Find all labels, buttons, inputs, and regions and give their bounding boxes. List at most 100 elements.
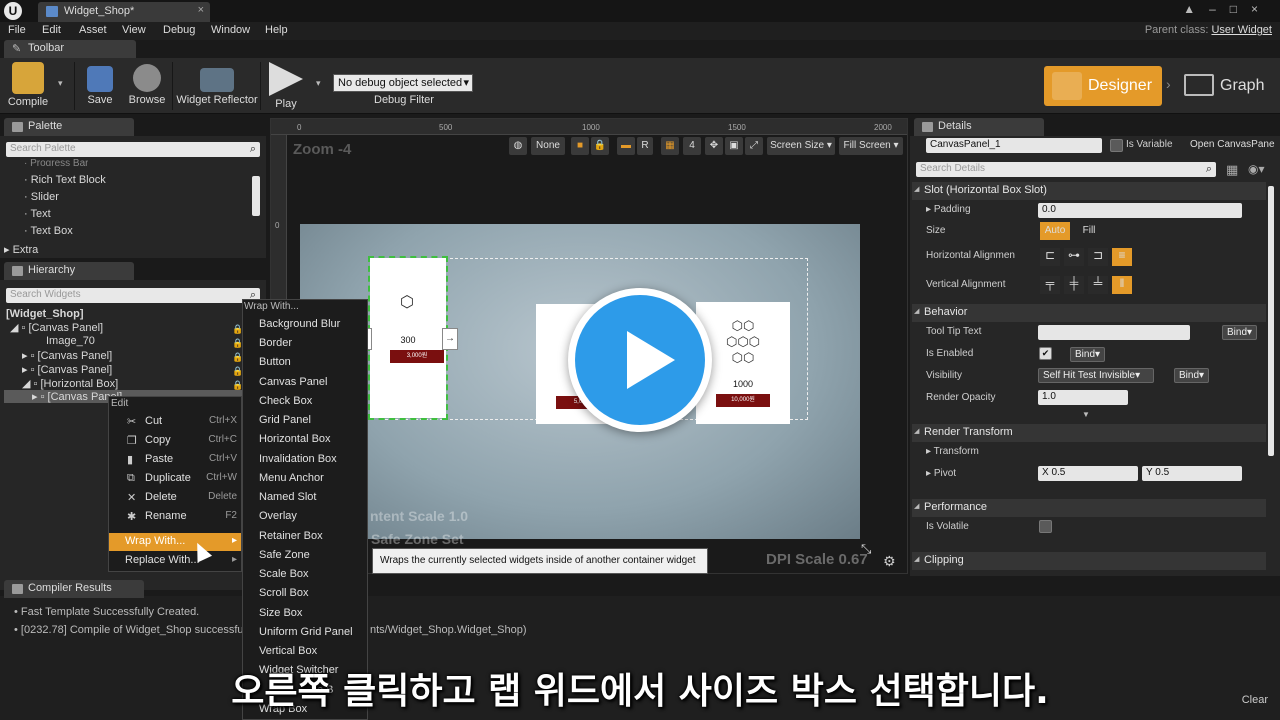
compiler-results-tab[interactable]: Compiler Results [4, 580, 144, 598]
clipping-section-header[interactable]: Clipping [912, 552, 1266, 570]
wrap-item-safe-zone[interactable]: Safe Zone [243, 547, 367, 565]
wrap-item-menu-anchor[interactable]: Menu Anchor [243, 470, 367, 488]
lock-icon[interactable]: 🔒 [591, 137, 609, 155]
video-play-button[interactable] [568, 288, 712, 432]
hierarchy-tab[interactable]: Hierarchy [4, 262, 134, 280]
toolbar-tab[interactable]: ✎ Toolbar [4, 40, 136, 58]
is-enabled-checkbox[interactable]: ✔ [1039, 347, 1052, 360]
globe-icon[interactable]: ◍ [509, 137, 527, 155]
bind-button[interactable]: Bind▾ [1174, 368, 1210, 383]
widget-reflector-button[interactable]: Widget Reflector [176, 62, 258, 112]
performance-section-header[interactable]: Performance [912, 499, 1266, 517]
graph-mode-button[interactable]: Graph [1180, 66, 1270, 106]
menu-file[interactable]: File [8, 24, 26, 36]
menu-item-duplicate[interactable]: ⧉ Duplicate Ctrl+W [109, 470, 241, 488]
image-icon[interactable]: ▣ [725, 137, 743, 155]
render-transform-section-header[interactable]: Render Transform [912, 424, 1266, 442]
grid-icon[interactable]: ▦ [661, 137, 679, 155]
palette-item[interactable]: · Text Box [24, 225, 73, 237]
size-fill-button[interactable]: Fill [1074, 222, 1104, 240]
align-top-icon[interactable]: ╤ [1040, 276, 1060, 294]
tree-row[interactable]: ◢ ▫ [Horizontal Box] [22, 377, 118, 390]
wrap-item-canvas-panel[interactable]: Canvas Panel [243, 374, 367, 392]
is-variable-checkbox[interactable] [1110, 139, 1123, 152]
widget-name-field[interactable]: CanvasPanel_1 [926, 138, 1102, 153]
compile-options-icon[interactable]: ▾ [58, 78, 63, 89]
r-toggle[interactable]: R [637, 137, 653, 155]
is-volatile-checkbox[interactable] [1039, 520, 1052, 533]
palette-item[interactable]: · Rich Text Block [24, 174, 106, 186]
bind-button[interactable]: Bind▾ [1222, 325, 1258, 340]
wrap-item-named-slot[interactable]: Named Slot [243, 489, 367, 507]
wrap-item-check-box[interactable]: Check Box [243, 393, 367, 411]
menu-item-cut[interactable]: ✂ Cut Ctrl+X [109, 413, 241, 431]
menu-help[interactable]: Help [265, 24, 288, 36]
details-scrollbar[interactable] [1268, 186, 1274, 456]
render-opacity-field[interactable]: 1.0 [1038, 390, 1128, 405]
grid-view-icon[interactable]: ▦ [1226, 162, 1238, 178]
behavior-section-header[interactable]: Behavior [912, 304, 1266, 322]
menu-item-replace-with[interactable]: Replace With... ▸ [109, 552, 241, 570]
wrap-item-grid-panel[interactable]: Grid Panel [243, 412, 367, 430]
menu-item-delete[interactable]: ✕ Delete Delete [109, 489, 241, 507]
align-fill-icon[interactable]: ≡ [1112, 248, 1132, 266]
browse-button[interactable]: Browse [124, 62, 170, 112]
folder-icon[interactable]: ▬ [617, 137, 635, 155]
tree-row[interactable]: ▸ ▫ [Canvas Panel] [22, 363, 112, 376]
align-center-icon[interactable]: ⊶ [1064, 248, 1084, 266]
wrap-item-horizontal-box[interactable]: Horizontal Box [243, 431, 367, 449]
pivot-x-field[interactable]: X 0.5 [1038, 466, 1138, 481]
wrap-item-uniform-grid-panel[interactable]: Uniform Grid Panel [243, 624, 367, 642]
size-auto-button[interactable]: Auto [1040, 222, 1070, 240]
pivot-y-field[interactable]: Y 0.5 [1142, 466, 1242, 481]
wrap-item-retainer-box[interactable]: Retainer Box [243, 528, 367, 546]
menu-item-paste[interactable]: ▮ Paste Ctrl+V [109, 451, 241, 469]
wrap-item-size-box[interactable]: Size Box [243, 605, 367, 623]
palette-category[interactable]: ▸ Extra [4, 243, 38, 256]
document-tab[interactable]: Widget_Shop* × [38, 2, 210, 22]
menu-item-wrap-with[interactable]: Wrap With... ▸ [109, 533, 241, 551]
palette-scrollbar[interactable] [252, 176, 260, 216]
palette-tab[interactable]: Palette [4, 118, 134, 136]
wrap-item-background-blur[interactable]: Background Blur [243, 316, 367, 334]
open-canvaspanel-link[interactable]: Open CanvasPane [1190, 139, 1280, 150]
gear-icon[interactable]: ⚙ [883, 553, 896, 570]
wrap-item-invalidation-box[interactable]: Invalidation Box [243, 451, 367, 469]
details-search-input[interactable]: Search Details ⌕ [916, 162, 1216, 177]
tooltip-text-field[interactable] [1038, 325, 1190, 340]
palette-search-input[interactable]: Search Palette ⌕ [6, 142, 260, 157]
menu-debug[interactable]: Debug [163, 24, 195, 36]
compile-button[interactable]: Compile [6, 62, 50, 112]
menu-item-copy[interactable]: ❐ Copy Ctrl+C [109, 432, 241, 450]
details-tab[interactable]: Details [914, 118, 1044, 136]
fill-screen-select[interactable]: Fill Screen ▾ [839, 137, 903, 155]
tree-row[interactable]: ◢ ▫ [Canvas Panel] [10, 321, 103, 334]
designer-mode-button[interactable]: Designer [1044, 66, 1162, 106]
slot-section-header[interactable]: Slot (Horizontal Box Slot) [912, 182, 1266, 200]
tree-row[interactable]: Image_70 [46, 335, 95, 347]
menu-window[interactable]: Window [211, 24, 250, 36]
grid-size[interactable]: 4 [683, 137, 701, 155]
screen-size-select[interactable]: Screen Size ▾ [767, 137, 835, 155]
hierarchy-search-input[interactable]: Search Widgets ⌕ [6, 288, 260, 303]
palette-item[interactable]: · Slider [24, 191, 59, 203]
tree-row[interactable]: ▸ ▫ [Canvas Panel] [22, 349, 112, 362]
align-right-icon[interactable]: ⊐ [1088, 248, 1108, 266]
menu-edit[interactable]: Edit [42, 24, 61, 36]
parent-class-link[interactable]: User Widget [1211, 24, 1272, 36]
align-bottom-icon[interactable]: ╧ [1088, 276, 1108, 294]
expand-advanced-icon[interactable]: ▼ [1082, 410, 1090, 419]
align-vfill-icon[interactable]: ‖ [1112, 276, 1132, 294]
play-options-icon[interactable]: ▾ [316, 78, 321, 89]
eye-icon[interactable]: ◉▾ [1248, 162, 1265, 176]
snap-icon[interactable]: ■ [571, 137, 589, 155]
shop-card-selected[interactable]: ⬡ 300 3,000원 [368, 256, 448, 420]
wrap-item-overlay[interactable]: Overlay [243, 508, 367, 526]
align-vcenter-icon[interactable]: ╪ [1064, 276, 1084, 294]
scale-icon[interactable]: ⤢ [745, 137, 763, 155]
menu-asset[interactable]: Asset [79, 24, 107, 36]
move-icon[interactable]: ✥ [705, 137, 723, 155]
menu-item-rename[interactable]: ✱ Rename F2 [109, 508, 241, 526]
window-controls[interactable]: ▲‒□× [1183, 2, 1272, 16]
preview-mode-select[interactable]: None [531, 137, 565, 155]
